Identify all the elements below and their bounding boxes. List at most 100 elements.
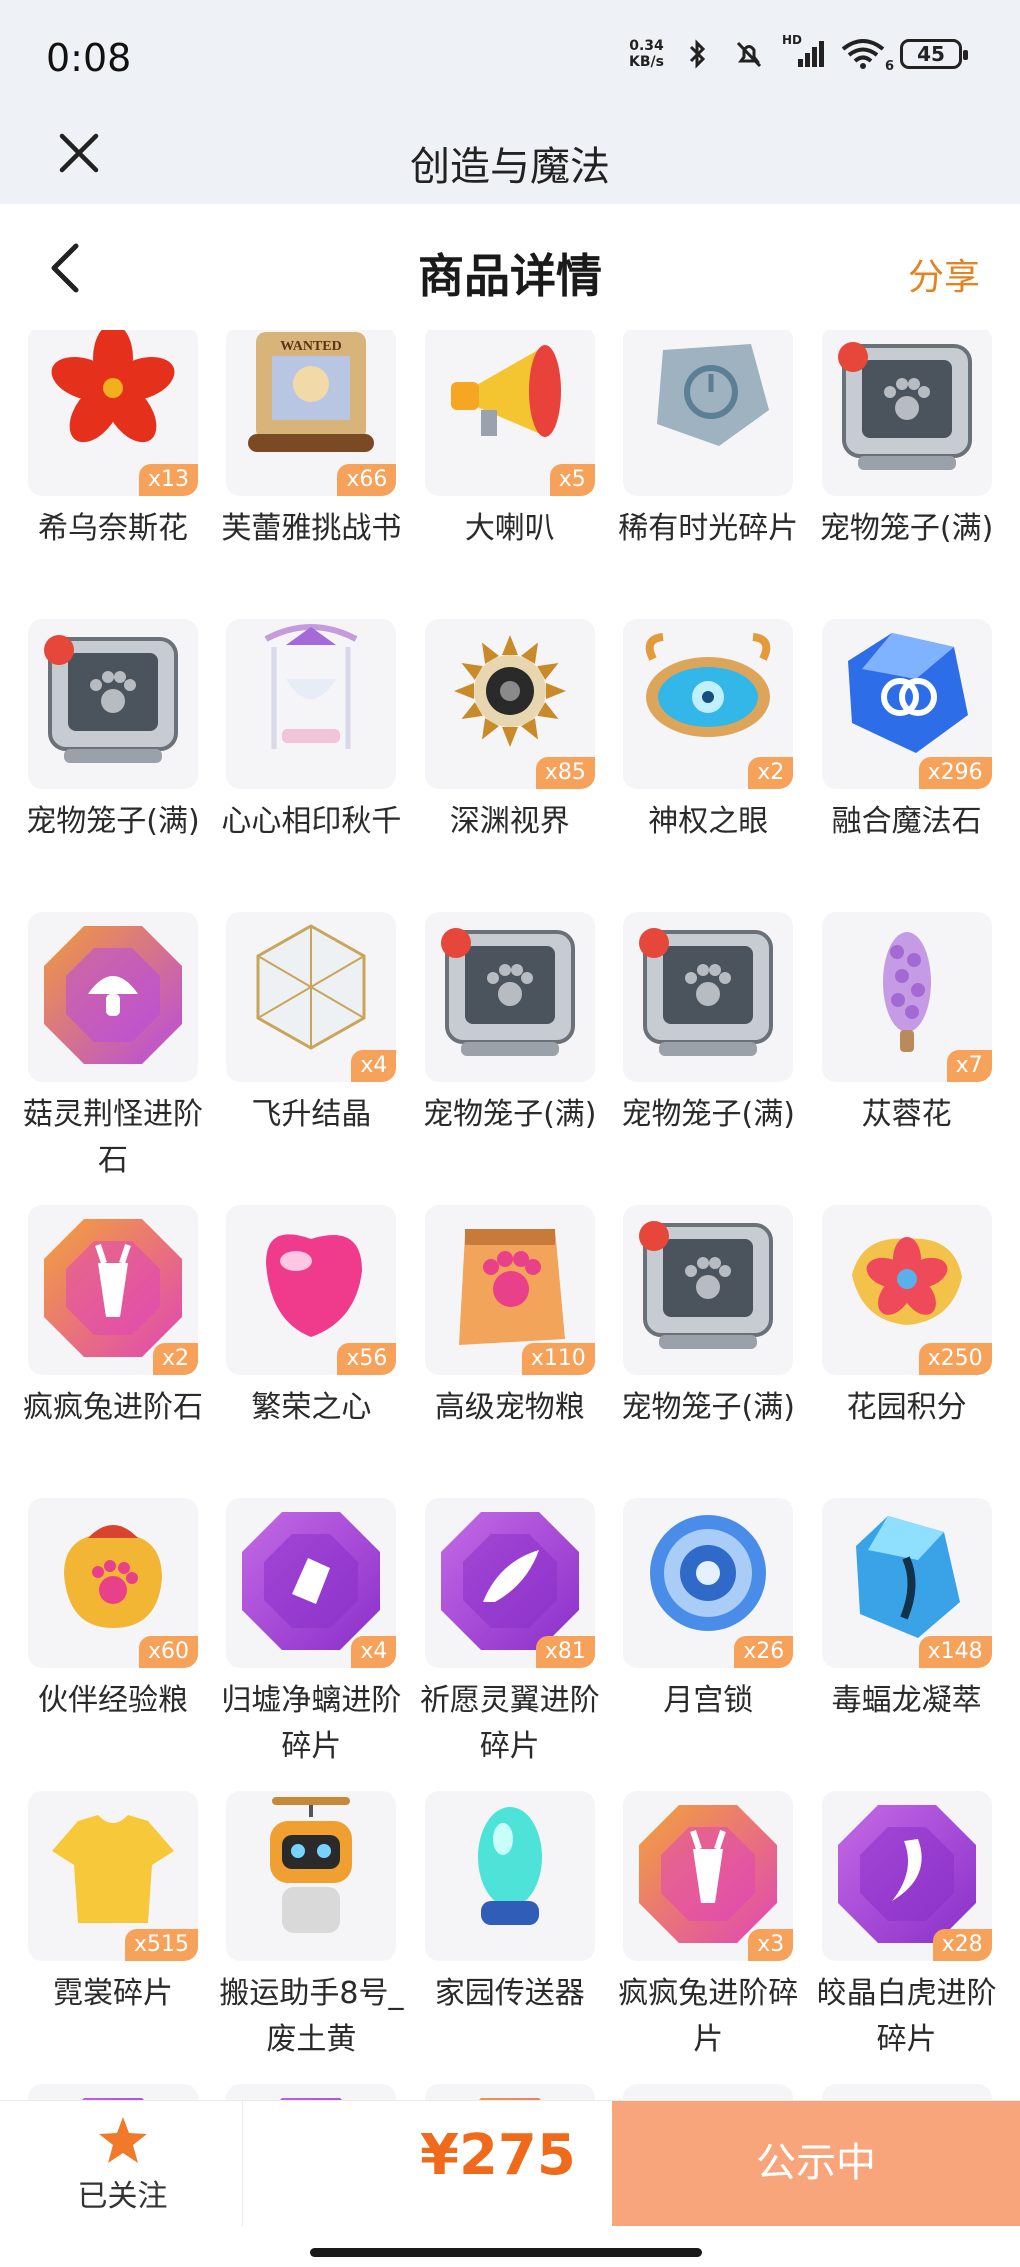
item-card[interactable]: x148 毒蝠龙凝萃 bbox=[821, 1498, 1020, 1791]
bottom-divider bbox=[242, 2101, 243, 2226]
pet-cage-icon bbox=[28, 619, 198, 789]
rabbit-gem-icon: x3 bbox=[623, 1791, 794, 1961]
status-button[interactable]: 公示中 bbox=[612, 2101, 1020, 2226]
creature-icon bbox=[623, 2084, 794, 2100]
item-card[interactable] bbox=[226, 2084, 424, 2100]
net-speed: 0.34 KB/s bbox=[629, 38, 664, 70]
item-card[interactable]: 菇灵荆怪进阶石 bbox=[23, 912, 226, 1205]
item-card[interactable]: x7 苁蓉花 bbox=[821, 912, 1020, 1205]
item-name: 芙蕾雅挑战书 bbox=[221, 511, 402, 546]
swing-icon bbox=[226, 619, 397, 789]
item-row: x60 伙伴经验粮 x4 归墟净螭进阶碎片 x81 祈愿灵翼进阶碎片 x26 月宫锁 x148 毒… bbox=[0, 1498, 1020, 1791]
wing-gem-icon: x81 bbox=[424, 1498, 595, 1668]
battery-level: 45 bbox=[917, 42, 945, 66]
items-grid-rows: x13 希乌奈斯花 WANTED x66 芙蕾雅挑战书 x5 大喇叭 稀有时光碎片 宠物笼子(满… bbox=[0, 330, 1020, 2100]
exp-food-bag-icon: x60 bbox=[28, 1498, 198, 1668]
item-card[interactable]: WANTED x66 芙蕾雅挑战书 bbox=[221, 330, 424, 619]
status-icons: 0.34 KB/s HD 6 45 bbox=[629, 33, 968, 74]
items-grid: x13 希乌奈斯花 WANTED x66 芙蕾雅挑战书 x5 大喇叭 稀有时光碎片 宠物笼子(满… bbox=[0, 330, 1020, 2100]
purple-gem-icon bbox=[28, 2084, 198, 2100]
item-card[interactable]: x81 祈愿灵翼进阶碎片 bbox=[420, 1498, 623, 1791]
item-card[interactable]: x26 月宫锁 bbox=[623, 1498, 821, 1791]
purple-flower-icon: x7 bbox=[821, 912, 992, 1082]
item-card[interactable]: x3 疯疯兔进阶碎片 bbox=[618, 1791, 821, 2084]
svg-text:WANTED: WANTED bbox=[281, 339, 342, 354]
item-quantity: x60 bbox=[138, 1636, 198, 1668]
home-indicator[interactable] bbox=[310, 2248, 702, 2257]
net-speed-value: 0.34 bbox=[629, 38, 664, 54]
item-row: 宠物笼子(满) 心心相印秋千 x85 深渊视界 x2 神权之眼 x296 融合魔法石 bbox=[0, 619, 1020, 912]
item-name: 宠物笼子(满) bbox=[423, 1097, 597, 1132]
wifi-label: 6 bbox=[884, 59, 894, 74]
pink-gem-icon bbox=[424, 2084, 595, 2100]
item-card[interactable]: x28 皎晶白虎进阶碎片 bbox=[817, 1791, 1020, 2084]
item-row: x2 疯疯兔进阶石 x56 繁荣之心 x110 高级宠物粮 宠物笼子(满) x250 花园积分 bbox=[0, 1205, 1020, 1498]
item-name: 宠物笼子(满) bbox=[621, 1097, 795, 1132]
item-name: 宠物笼子(满) bbox=[26, 804, 200, 839]
item-name: 毒蝠龙凝萃 bbox=[831, 1683, 982, 1718]
item-card[interactable] bbox=[821, 2084, 1020, 2100]
abyss-sun-icon: x85 bbox=[424, 619, 595, 789]
follow-button[interactable]: 已关注 bbox=[40, 2115, 205, 2215]
item-card[interactable]: 宠物笼子(满) bbox=[622, 1205, 821, 1498]
item-card[interactable]: x5 大喇叭 bbox=[424, 330, 623, 619]
status-bar: 0:08 0.34 KB/s HD 6 45 bbox=[0, 0, 1020, 110]
item-card[interactable] bbox=[424, 2084, 623, 2100]
item-card[interactable]: x56 繁荣之心 bbox=[226, 1205, 424, 1498]
item-card[interactable]: x2 疯疯兔进阶石 bbox=[23, 1205, 226, 1498]
garden-points-icon: x250 bbox=[821, 1205, 992, 1375]
item-name: 神权之眼 bbox=[648, 804, 769, 839]
item-quantity: x2 bbox=[748, 757, 794, 789]
item-quantity: x4 bbox=[351, 1050, 397, 1082]
item-name: 花园积分 bbox=[846, 1390, 967, 1425]
item-name: 苁蓉花 bbox=[861, 1097, 952, 1132]
item-card[interactable]: x4 归墟净螭进阶碎片 bbox=[221, 1498, 424, 1791]
item-name: 大喇叭 bbox=[464, 511, 555, 546]
blue-creature-icon bbox=[821, 2084, 992, 2100]
item-card[interactable]: x250 花园积分 bbox=[821, 1205, 1020, 1498]
blue-crystal-icon: x148 bbox=[821, 1498, 992, 1668]
moon-lock-icon: x26 bbox=[623, 1498, 794, 1668]
item-card[interactable]: 心心相印秋千 bbox=[221, 619, 424, 912]
app-bar: 创造与魔法 bbox=[0, 110, 1020, 204]
item-card[interactable]: x13 希乌奈斯花 bbox=[28, 330, 226, 619]
item-card[interactable]: 宠物笼子(满) bbox=[622, 912, 821, 1205]
item-card[interactable] bbox=[623, 2084, 821, 2100]
item-quantity: x515 bbox=[124, 1929, 198, 1961]
item-card[interactable]: x85 深渊视界 bbox=[424, 619, 623, 912]
item-card[interactable]: x60 伙伴经验粮 bbox=[28, 1498, 226, 1791]
pink-heart-gem-icon: x56 bbox=[226, 1205, 397, 1375]
mushroom-gem-icon bbox=[28, 912, 198, 1082]
item-quantity: x66 bbox=[337, 464, 397, 496]
item-card[interactable]: x110 高级宠物粮 bbox=[424, 1205, 623, 1498]
bluetooth-icon bbox=[689, 39, 706, 69]
item-card[interactable]: x2 神权之眼 bbox=[623, 619, 821, 912]
item-card[interactable]: 宠物笼子(满) bbox=[26, 619, 226, 912]
item-card[interactable]: 稀有时光碎片 bbox=[618, 330, 821, 619]
item-name: 繁荣之心 bbox=[251, 1390, 372, 1425]
item-quantity: x5 bbox=[549, 464, 595, 496]
item-card[interactable]: x296 融合魔法石 bbox=[821, 619, 1020, 912]
item-card[interactable]: 家园传送器 bbox=[424, 1791, 623, 2084]
item-card[interactable] bbox=[28, 2084, 226, 2100]
item-card[interactable]: 宠物笼子(满) bbox=[423, 912, 623, 1205]
item-quantity: x110 bbox=[521, 1343, 595, 1375]
teleporter-icon bbox=[424, 1791, 595, 1961]
item-name: 稀有时光碎片 bbox=[618, 511, 799, 546]
divine-eye-icon: x2 bbox=[623, 619, 794, 789]
item-card[interactable]: 宠物笼子(满) bbox=[820, 330, 1020, 619]
item-card[interactable]: 搬运助手8号_废土黄 bbox=[219, 1791, 424, 2084]
rabbit-gem-icon: x2 bbox=[28, 1205, 198, 1375]
item-card[interactable]: x4 飞升结晶 bbox=[226, 912, 424, 1205]
item-card[interactable]: x515 霓裳碎片 bbox=[28, 1791, 226, 2084]
item-name: 高级宠物粮 bbox=[434, 1390, 585, 1425]
purple-gem-icon bbox=[226, 2084, 397, 2100]
battery-icon: 45 bbox=[900, 39, 968, 69]
item-name: 融合魔法石 bbox=[831, 804, 982, 839]
crystal-icon: x4 bbox=[226, 912, 397, 1082]
share-button[interactable]: 分享 bbox=[908, 248, 980, 300]
item-quantity: x2 bbox=[152, 1343, 198, 1375]
item-name: 深渊视界 bbox=[449, 804, 570, 839]
star-icon bbox=[98, 2117, 147, 2163]
robot-icon bbox=[226, 1791, 397, 1961]
